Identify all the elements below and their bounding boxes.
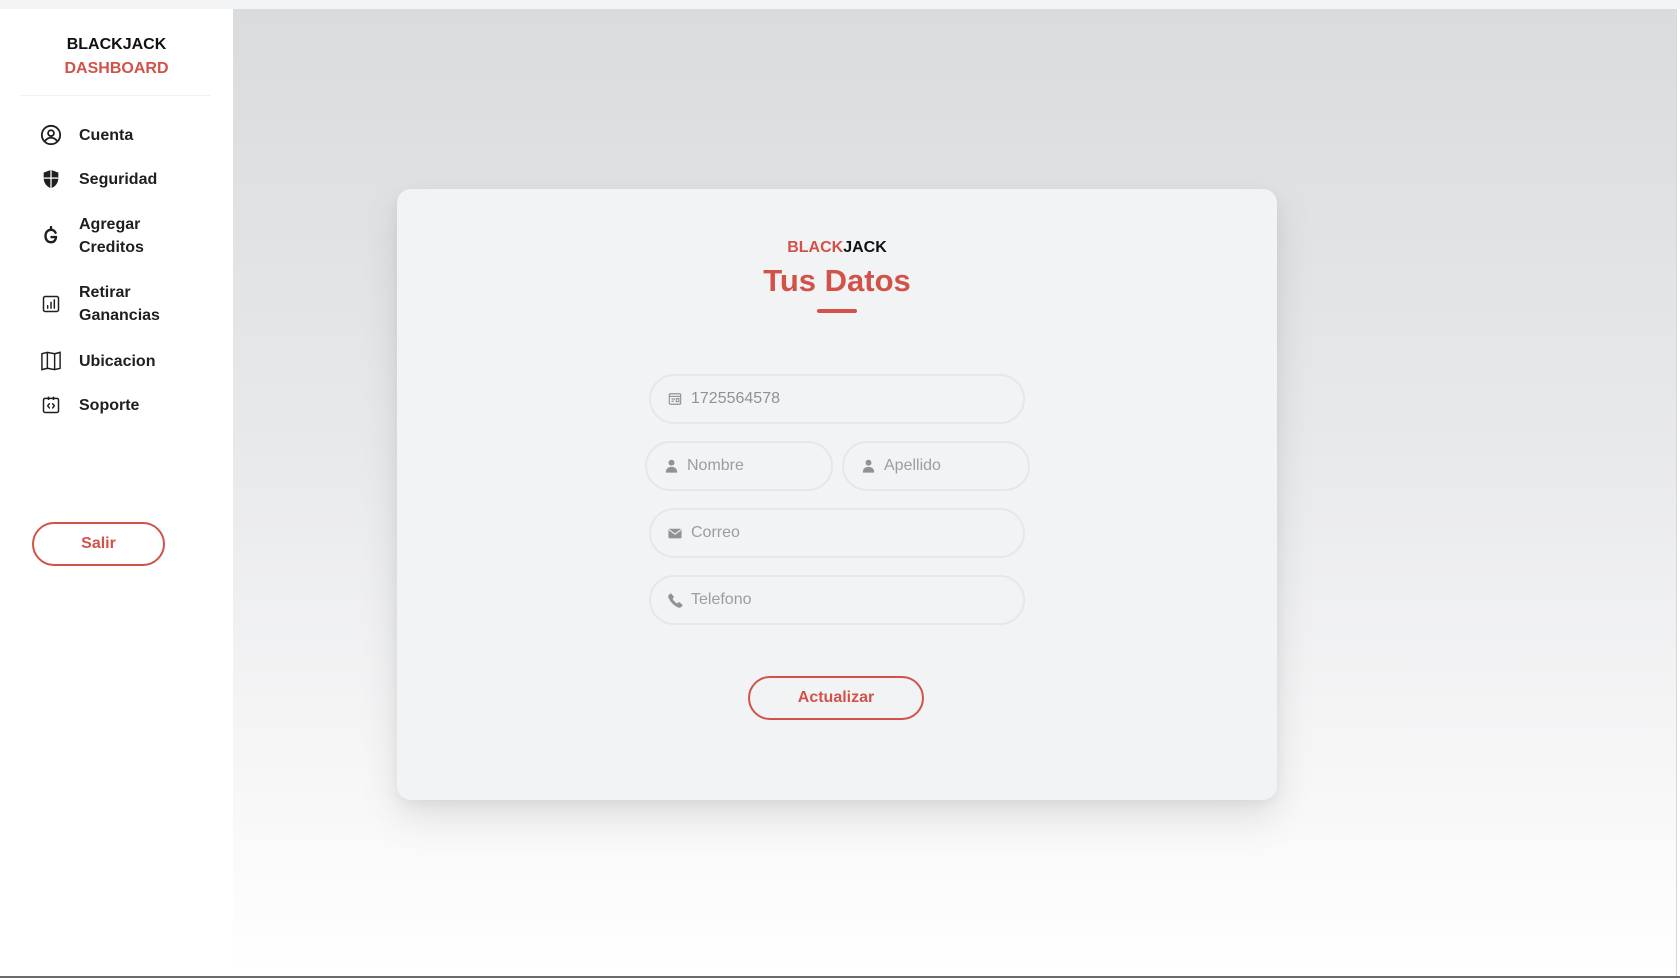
brand-line-2: DASHBOARD: [64, 60, 169, 77]
apellido-field: [842, 441, 1030, 491]
nombre-field: [645, 441, 833, 491]
sidebar-item-cuenta[interactable]: Cuenta: [38, 113, 228, 157]
apellido-input[interactable]: [884, 457, 1028, 475]
id-card-icon: [667, 391, 683, 407]
card-brand: BLACKJACK: [397, 238, 1277, 258]
id-input[interactable]: [691, 390, 1023, 408]
sidebar-item-ubicacion[interactable]: Ubicacion: [38, 339, 228, 383]
map-icon: [38, 348, 64, 374]
sidebar-item-retirar-ganancias[interactable]: Retirar Ganancias: [38, 279, 228, 329]
sidebar-item-seguridad[interactable]: Seguridad: [38, 157, 228, 201]
profile-card: BLACKJACK Tus Datos 1725564578 Nombre Ap…: [397, 189, 1277, 800]
top-edge: [0, 0, 1680, 9]
support-icon: [38, 392, 64, 418]
envelope-icon: [667, 525, 683, 541]
shield-icon: [38, 166, 64, 192]
phone-icon: [667, 592, 683, 608]
sidebar-brand: BLACKJACK DASHBOARD: [0, 33, 233, 81]
sidebar-item-label: Cuenta: [79, 126, 134, 144]
main-area: BLACKJACK Tus Datos 1725564578 Nombre Ap…: [233, 9, 1676, 976]
update-button[interactable]: Actualizar: [748, 676, 924, 720]
label-line-2: Creditos: [79, 239, 144, 256]
telefono-input[interactable]: [691, 591, 1023, 609]
bar-chart-icon: [38, 291, 64, 317]
sidebar-item-soporte[interactable]: Soporte: [38, 383, 228, 427]
nombre-input[interactable]: [687, 457, 831, 475]
right-edge: [1676, 9, 1677, 976]
sidebar-item-label: Agregar Creditos: [79, 213, 144, 259]
logout-button[interactable]: Salir: [32, 522, 165, 566]
user-icon: [663, 458, 679, 474]
id-field: [649, 374, 1025, 424]
sidebar-item-label: Ubicacion: [79, 352, 156, 370]
bottom-edge: [0, 976, 1680, 978]
card-brand-red: BLACK: [787, 239, 844, 256]
sidebar-item-label: Seguridad: [79, 170, 158, 188]
brand-divider: [20, 95, 210, 96]
page-title: Tus Datos: [763, 263, 911, 298]
sidebar: BLACKJACK DASHBOARD Cuenta Seguridad Agr…: [0, 9, 233, 976]
label-line-1: Agregar: [79, 216, 141, 233]
credits-icon: [38, 223, 64, 249]
brand-line-1: BLACKJACK: [66, 36, 167, 53]
card-brand-black: JACK: [843, 239, 887, 256]
app-window: BLACKJACK DASHBOARD Cuenta Seguridad Agr…: [0, 0, 1680, 979]
user-circle-icon: [38, 122, 64, 148]
telefono-field: [649, 575, 1025, 625]
sidebar-item-label: Retirar Ganancias: [79, 281, 160, 327]
sidebar-item-agregar-creditos[interactable]: Agregar Creditos: [38, 211, 228, 261]
sidebar-item-label: Soporte: [79, 396, 140, 414]
correo-field: [649, 508, 1025, 558]
correo-input[interactable]: [691, 524, 1023, 542]
label-line-1: Retirar: [79, 284, 131, 301]
title-underline: [817, 309, 857, 313]
label-line-2: Ganancias: [79, 307, 160, 324]
user-icon: [860, 458, 876, 474]
